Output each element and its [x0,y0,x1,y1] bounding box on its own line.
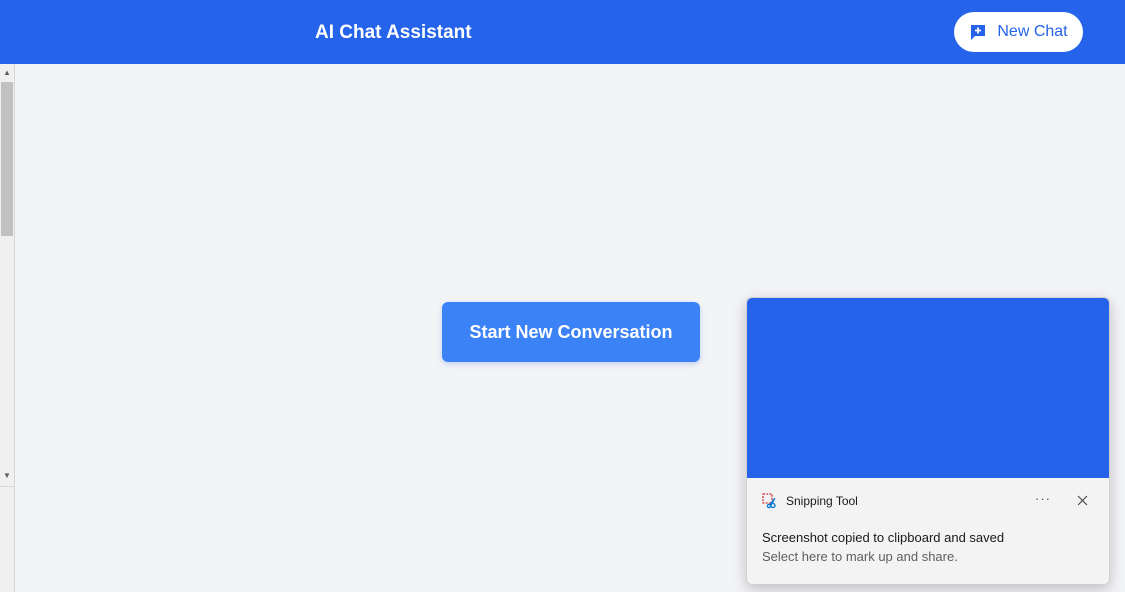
scrollbar-divider [0,486,15,487]
app-header: AI Chat Assistant New Chat [0,0,1125,64]
screenshot-preview[interactable] [747,298,1109,478]
scroll-down-arrow-icon[interactable]: ▼ [0,470,14,482]
snipping-tool-notification[interactable]: Snipping Tool ··· Screenshot copied to c… [746,297,1110,585]
new-chat-button[interactable]: New Chat [954,12,1083,52]
toast-subtitle: Select here to mark up and share. [762,549,958,564]
scroll-thumb[interactable] [1,82,13,236]
snipping-tool-icon [762,493,776,509]
vertical-scrollbar[interactable]: ▲ ▼ [0,64,15,592]
toast-app-name: Snipping Tool [786,494,858,508]
new-chat-label: New Chat [997,23,1068,40]
toast-title: Screenshot copied to clipboard and saved [762,530,1005,545]
scroll-up-arrow-icon[interactable]: ▲ [0,67,14,79]
more-options-icon[interactable]: ··· [1031,489,1055,511]
chat-plus-icon [971,25,986,40]
start-new-conversation-button[interactable]: Start New Conversation [442,302,700,362]
close-icon[interactable] [1071,489,1093,511]
app-title: AI Chat Assistant [315,22,472,43]
